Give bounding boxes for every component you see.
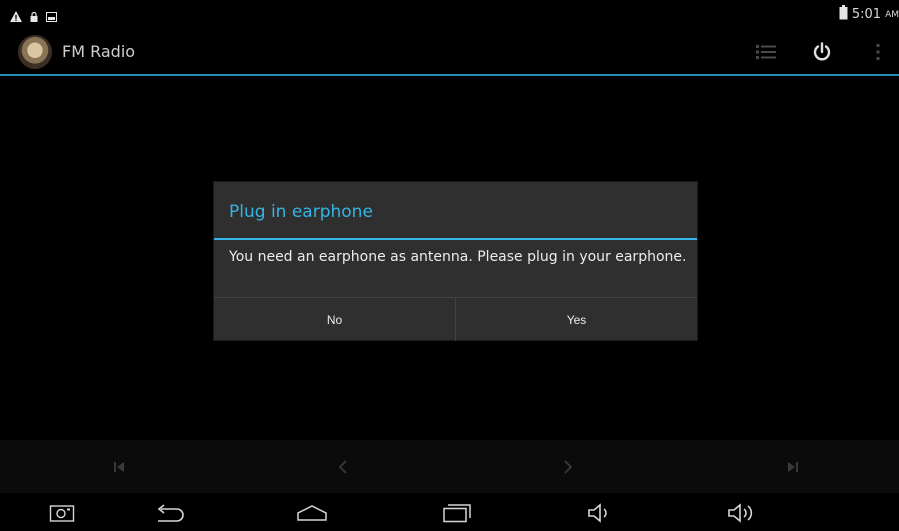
status-time: 5:01: [851, 7, 882, 22]
plug-in-earphone-dialog: Plug in earphone You need an earphone as…: [214, 182, 697, 341]
volume-down-icon[interactable]: [580, 499, 620, 527]
overflow-menu-icon[interactable]: [864, 38, 892, 66]
action-bar: FM Radio: [0, 28, 899, 76]
image-icon: [46, 7, 57, 26]
status-bar: 5:01 AM: [0, 0, 899, 28]
app-logo-icon[interactable]: [18, 35, 52, 69]
warning-icon: [10, 7, 22, 26]
recent-apps-icon[interactable]: [437, 499, 477, 527]
skip-previous-icon[interactable]: [106, 454, 132, 480]
seek-forward-icon[interactable]: [555, 454, 581, 480]
battery-icon: [839, 5, 848, 24]
seek-back-icon[interactable]: [330, 454, 356, 480]
back-icon[interactable]: [150, 499, 190, 527]
dialog-divider: [214, 238, 697, 240]
status-ampm: AM: [885, 9, 899, 20]
dialog-button-bar: No Yes: [214, 297, 697, 341]
home-icon[interactable]: [292, 499, 332, 527]
screenshot-icon[interactable]: [42, 499, 82, 527]
volume-up-icon[interactable]: [722, 499, 762, 527]
list-icon[interactable]: [752, 38, 780, 66]
lock-icon: [30, 7, 38, 26]
no-button[interactable]: No: [214, 298, 455, 341]
skip-next-icon[interactable]: [780, 454, 806, 480]
navigation-bar: [0, 493, 899, 531]
dialog-message: You need an earphone as antenna. Please …: [229, 249, 687, 265]
app-title: FM Radio: [62, 42, 136, 61]
transport-bar: [0, 440, 899, 493]
dialog-title: Plug in earphone: [229, 202, 373, 222]
power-icon[interactable]: [808, 38, 836, 66]
yes-button[interactable]: Yes: [455, 298, 697, 341]
